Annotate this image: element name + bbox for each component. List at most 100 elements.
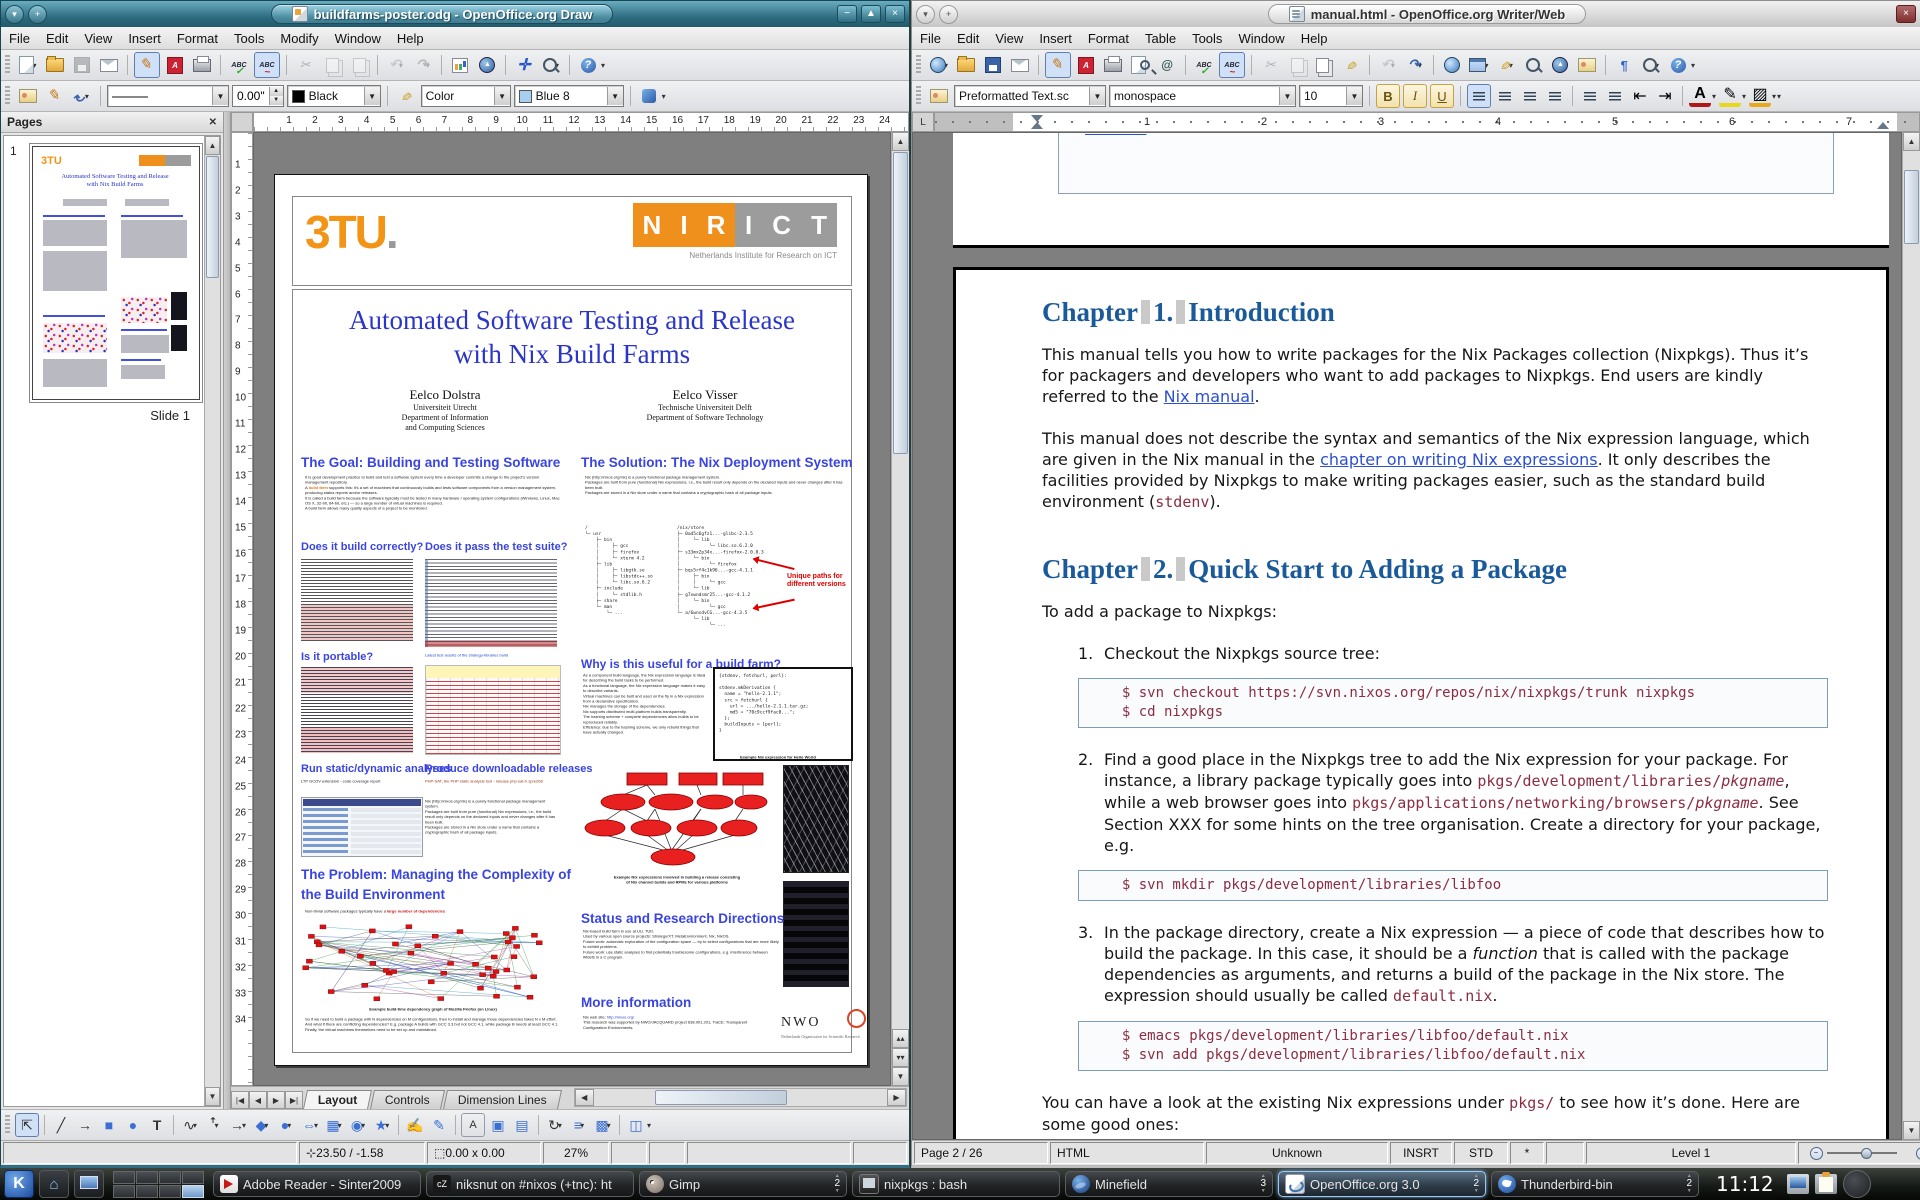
toolbar-grip[interactable] [916, 55, 921, 75]
symbol-shapes-tool[interactable]: ●▾ [275, 1114, 297, 1136]
line-width-stepper[interactable]: 0.00" ▲▼ [232, 85, 284, 107]
rectangle-tool[interactable]: ■ [98, 1114, 120, 1136]
export-pdf-button[interactable]: A [163, 53, 187, 77]
tab-type-selector[interactable]: L [912, 112, 934, 132]
cut-button[interactable] [293, 53, 317, 77]
menu-insert[interactable]: Insert [1031, 29, 1080, 48]
desktop-pager[interactable] [113, 1171, 204, 1198]
align-center-button[interactable] [1494, 85, 1516, 107]
align-left-button[interactable] [1467, 84, 1491, 108]
hyperlink-button[interactable] [1440, 53, 1464, 77]
arrange-tool[interactable]: ▩▾ [592, 1114, 614, 1136]
export-pdf-button[interactable]: A [1074, 53, 1098, 77]
italic-button[interactable]: I [1403, 84, 1427, 108]
menu-file[interactable]: File [1, 29, 38, 48]
kmenu-button[interactable]: K [4, 1170, 34, 1198]
pager-desktop-4[interactable] [182, 1171, 204, 1184]
numbered-list-button[interactable] [1579, 85, 1601, 107]
font-name-select[interactable]: monospace▼ [1109, 85, 1296, 107]
bullet-list-button[interactable] [1604, 85, 1626, 107]
toolbar-overflow[interactable]: ▾ [1777, 92, 1781, 101]
new-document-button[interactable]: ▾ [927, 53, 951, 77]
right-indent-marker[interactable] [1877, 122, 1889, 129]
text-tool[interactable]: T [146, 1114, 168, 1136]
pager-desktop-1[interactable] [113, 1171, 135, 1184]
edit-mode-button[interactable] [1045, 52, 1071, 78]
pin-button[interactable]: + [939, 5, 958, 24]
pager-desktop-5[interactable] [113, 1185, 135, 1198]
toolbar-grip[interactable] [916, 86, 921, 106]
font-color-button[interactable]: A [1689, 85, 1711, 107]
menu-window[interactable]: Window [1230, 29, 1292, 48]
styles-button[interactable] [16, 84, 40, 108]
pin-button[interactable]: + [28, 5, 47, 24]
show-desktop-button[interactable] [74, 1170, 104, 1198]
home-button[interactable]: ⌂ [39, 1170, 69, 1198]
spellcheck-button[interactable]: ABC [227, 53, 251, 77]
print-button[interactable] [1101, 53, 1125, 77]
fontwork-tool[interactable]: A [461, 1113, 485, 1137]
pager-desktop-3[interactable] [159, 1171, 181, 1184]
rotate-tool[interactable]: ↻▾ [544, 1114, 566, 1136]
tab-nav-buttons[interactable]: |◀◀▶▶| [231, 1091, 303, 1109]
fill-type-select[interactable]: Color▼ [421, 85, 511, 107]
gallery-button[interactable] [1575, 53, 1599, 77]
pages-panel-close-icon[interactable]: ✕ [209, 117, 217, 128]
status-insert-mode[interactable]: INSRT [1390, 1142, 1452, 1164]
highlight-button[interactable]: ✎ [1719, 85, 1741, 107]
alignment-tool[interactable]: ≡▾ [568, 1114, 590, 1136]
format-paintbrush-button[interactable] [1339, 53, 1363, 77]
clipped-link[interactable]: svn co [1085, 132, 1146, 138]
edit-mode-button[interactable] [134, 52, 160, 78]
fill-button[interactable] [394, 84, 418, 108]
cut-button[interactable] [1258, 53, 1282, 77]
task-terminal[interactable]: nixpkgs : bash [852, 1171, 1060, 1197]
tab-dimension-lines[interactable]: Dimension Lines [443, 1090, 562, 1109]
menu-insert[interactable]: Insert [120, 29, 169, 48]
task-adobe-reader[interactable]: Adobe Reader - Sinter2009 [213, 1171, 421, 1197]
undo-button[interactable]: ▾ [384, 53, 408, 77]
pager-desktop-8[interactable] [182, 1185, 204, 1198]
menu-edit[interactable]: Edit [949, 29, 987, 48]
menu-view[interactable]: View [76, 29, 120, 48]
menu-modify[interactable]: Modify [272, 29, 326, 48]
menu-format[interactable]: Format [169, 29, 226, 48]
shadow-button[interactable] [637, 84, 661, 108]
menu-edit[interactable]: Edit [38, 29, 76, 48]
page-preview-button[interactable] [1128, 53, 1152, 77]
close-button[interactable]: × [1896, 5, 1916, 23]
task-openoffice[interactable]: OpenOffice.org 3.0 ▲2▼ [1278, 1171, 1486, 1197]
titlebar-draw[interactable]: ▾ + buildfarms-poster.odg - OpenOffice.o… [1, 1, 909, 27]
save-button[interactable] [70, 53, 94, 77]
line-style-select[interactable]: ⎯⎯⎯⎯⎯⎯▼ [107, 85, 229, 107]
lines-arrows-tool[interactable]: →▾ [227, 1114, 249, 1136]
draw-functions-button[interactable]: ▾ [1494, 53, 1518, 77]
zoom-pan-button[interactable]: ✛ [512, 53, 536, 77]
toolbar-grip[interactable] [5, 1115, 10, 1135]
toolbar-overflow[interactable]: ▾ [647, 1121, 651, 1130]
new-document-button[interactable]: ▾ [16, 53, 40, 77]
from-file-tool[interactable]: ▣ [487, 1114, 509, 1136]
table-button[interactable]: ▾ [1467, 53, 1491, 77]
gluepoints-tool[interactable]: ✎ [428, 1114, 450, 1136]
tab-layout[interactable]: Layout [303, 1090, 372, 1109]
menu-help[interactable]: Help [1293, 29, 1336, 48]
print-button[interactable] [190, 53, 214, 77]
basic-shapes-tool[interactable]: ◆▾ [251, 1114, 273, 1136]
menu-view[interactable]: View [987, 29, 1031, 48]
titlebar-writer[interactable]: ▾ + manual.html - OpenOffice.org Writer/… [912, 1, 1920, 27]
close-button[interactable]: × [885, 5, 905, 23]
increase-indent-button[interactable]: ⇥ [1654, 85, 1676, 107]
redo-button[interactable]: ▾ [411, 53, 435, 77]
toolbar-overflow[interactable]: ▾ [601, 61, 605, 70]
window-menu-button[interactable]: ▾ [5, 5, 24, 24]
task-gimp[interactable]: Gimp ▲2▼ [639, 1171, 847, 1197]
arrow-tool[interactable]: → [74, 1114, 96, 1136]
horizontal-ruler[interactable]: 123456789101112131415161718192021222324 [253, 112, 909, 132]
fill-color-select[interactable]: Blue 8▼ [514, 85, 624, 107]
arrow-style-button[interactable]: ▾ [70, 84, 94, 108]
menu-file[interactable]: File [912, 29, 949, 48]
underline-button[interactable]: U [1430, 84, 1454, 108]
select-tool[interactable]: ⇱ [15, 1113, 39, 1137]
autospellcheck-button[interactable]: ABC [254, 52, 280, 78]
